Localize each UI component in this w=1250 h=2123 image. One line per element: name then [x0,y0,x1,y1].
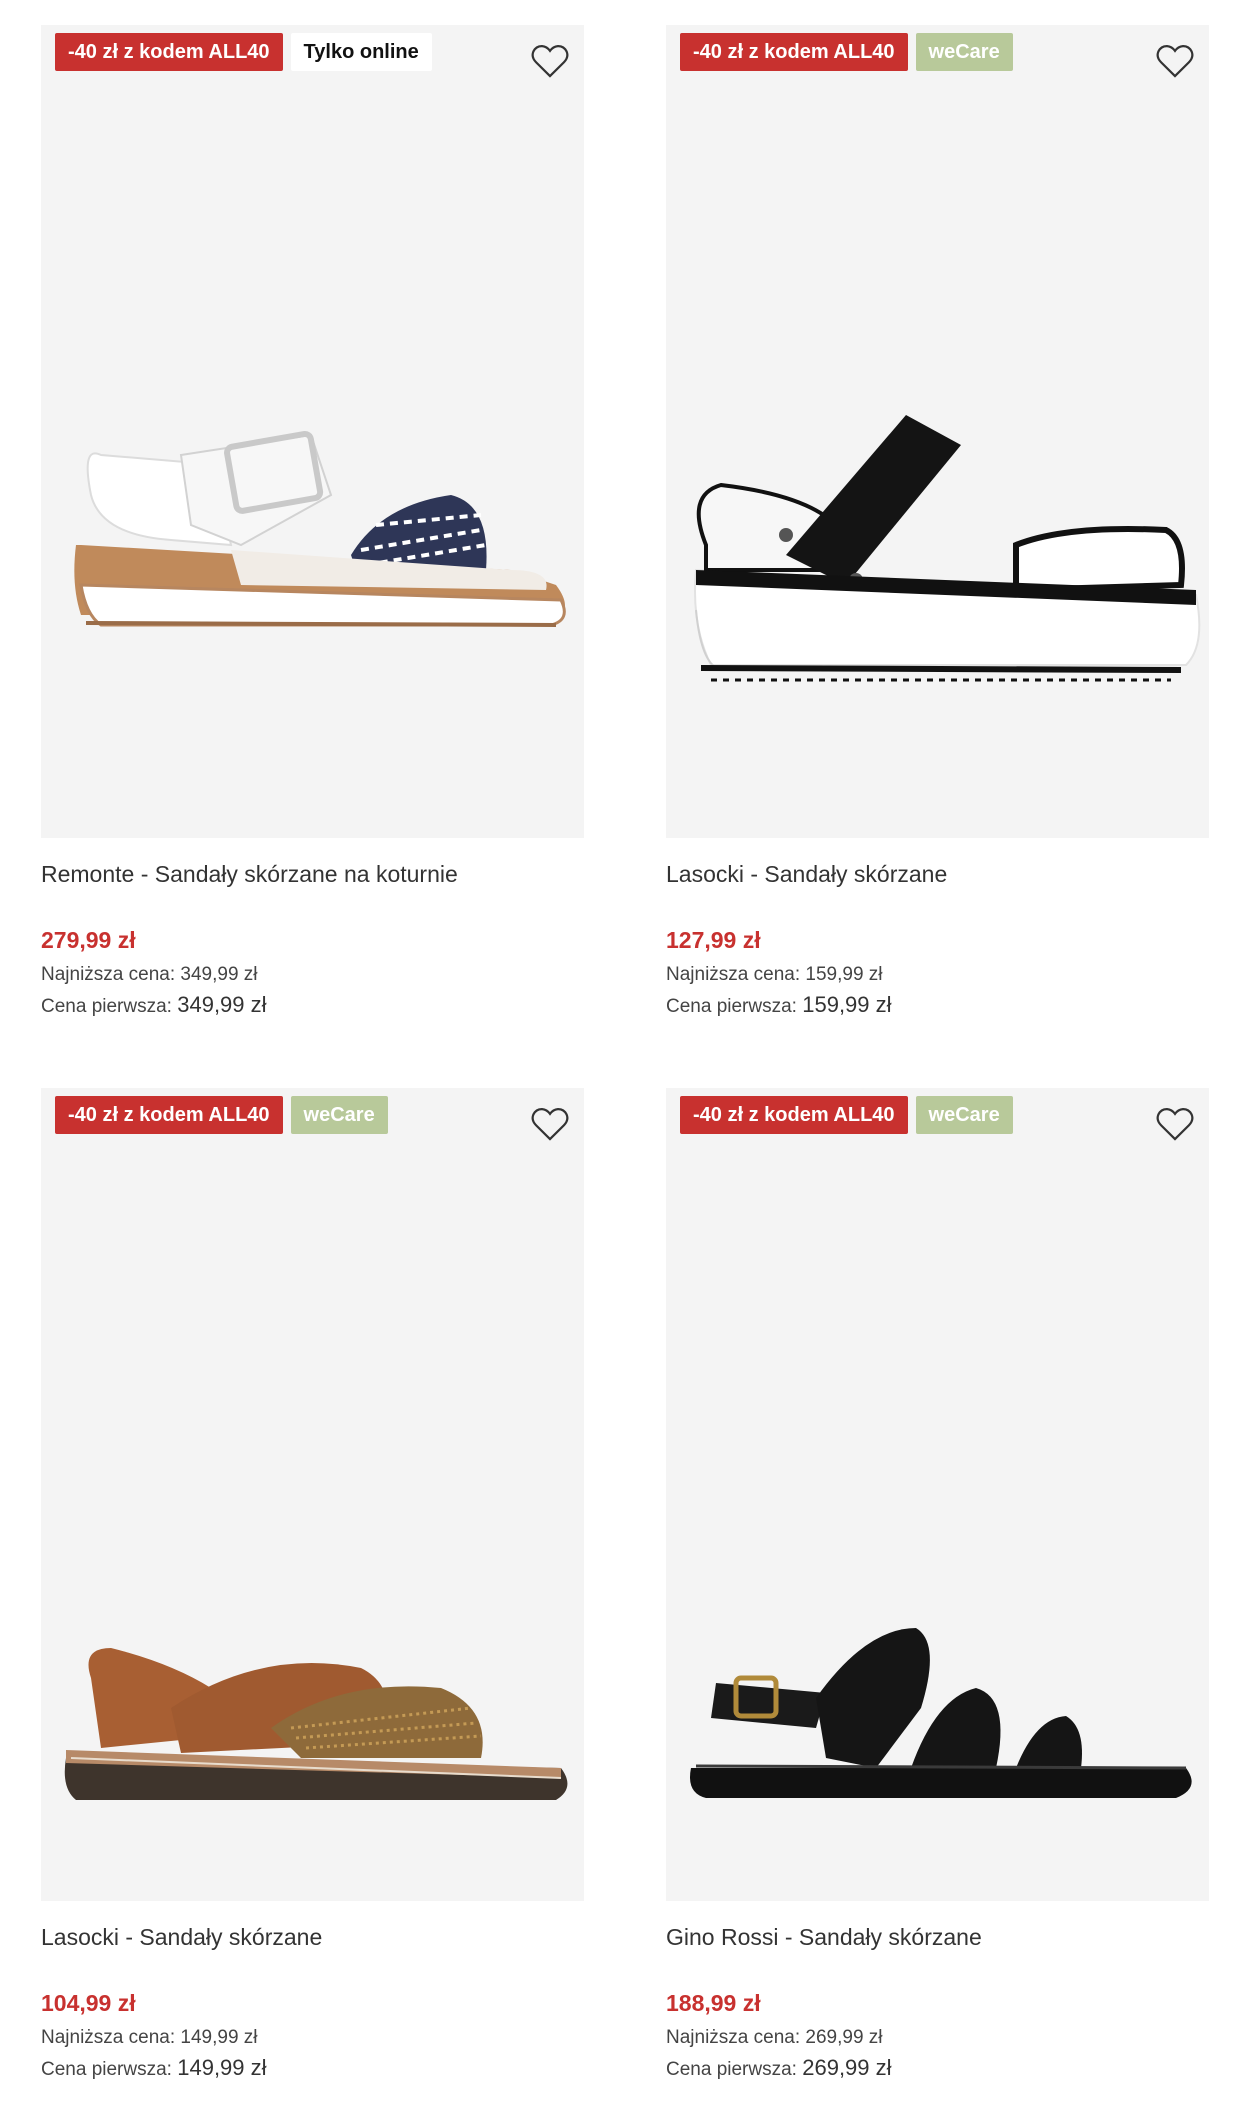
product-name[interactable]: Lasocki - Sandały skórzane [666,858,1209,890]
online-only-badge: Tylko online [290,33,432,71]
original-price-label: Cena pierwsza: [41,996,172,1017]
promo-badge: -40 zł z kodem ALL40 [55,1096,283,1134]
original-price-value: 149,99 zł [177,2055,267,2080]
product-image-area[interactable]: -40 zł z kodem ALL40 Tylko online [41,25,584,838]
lowest-price-value: 269,99 zł [805,2027,883,2048]
lowest-price-label: Najniższa cena: [666,964,801,985]
product-price: 279,99 zł [41,927,136,953]
wecare-badge: weCare [915,1096,1013,1134]
product-image-area[interactable]: -40 zł z kodem ALL40 weCare [41,1088,584,1901]
badge-group: -40 zł z kodem ALL40 weCare [680,1096,1013,1134]
product-image-area[interactable]: -40 zł z kodem ALL40 weCare [666,25,1209,838]
heart-outline-icon[interactable] [1156,43,1194,79]
lowest-price-value: 159,99 zł [805,964,883,985]
heart-outline-icon[interactable] [531,1106,569,1142]
original-price-row: Cena pierwsza: 269,99 zł [666,2053,1209,2085]
promo-badge: -40 zł z kodem ALL40 [55,33,283,71]
original-price-row: Cena pierwsza: 149,99 zł [41,2053,584,2085]
badge-group: -40 zł z kodem ALL40 weCare [680,33,1013,71]
original-price-row: Cena pierwsza: 159,99 zł [666,990,1209,1022]
original-price-label: Cena pierwsza: [666,2059,797,2080]
lowest-price-label: Najniższa cena: [41,2027,176,2048]
original-price-label: Cena pierwsza: [666,996,797,1017]
lowest-price-label: Najniższa cena: [41,964,176,985]
product-name[interactable]: Remonte - Sandały skórzane na koturnie [41,858,584,890]
lowest-price-row: Najniższa cena: 159,99 zł [666,960,1209,990]
product-image[interactable] [41,1088,584,1901]
product-card[interactable]: -40 zł z kodem ALL40 weCare Lasocki - Sa… [666,25,1209,1022]
original-price-value: 349,99 zł [177,992,267,1017]
badge-group: -40 zł z kodem ALL40 Tylko online [55,33,432,71]
lowest-price-value: 349,99 zł [180,964,258,985]
product-card[interactable]: -40 zł z kodem ALL40 weCare Gino Rossi -… [666,1088,1209,2085]
product-image-area[interactable]: -40 zł z kodem ALL40 weCare [666,1088,1209,1901]
wecare-badge: weCare [290,1096,388,1134]
wecare-badge: weCare [915,33,1013,71]
product-image[interactable] [41,25,584,838]
lowest-price-value: 149,99 zł [180,2027,258,2048]
original-price-value: 269,99 zł [802,2055,892,2080]
badge-group: -40 zł z kodem ALL40 weCare [55,1096,388,1134]
product-price: 127,99 zł [666,927,761,953]
lowest-price-row: Najniższa cena: 269,99 zł [666,2023,1209,2053]
heart-outline-icon[interactable] [1156,1106,1194,1142]
heart-outline-icon[interactable] [531,43,569,79]
promo-badge: -40 zł z kodem ALL40 [680,33,908,71]
promo-badge: -40 zł z kodem ALL40 [680,1096,908,1134]
original-price-row: Cena pierwsza: 349,99 zł [41,990,584,1022]
lowest-price-label: Najniższa cena: [666,2027,801,2048]
product-name[interactable]: Lasocki - Sandały skórzane [41,1921,584,1953]
product-price: 188,99 zł [666,1990,761,2016]
original-price-value: 159,99 zł [802,992,892,1017]
product-image[interactable] [666,1088,1209,1901]
lowest-price-row: Najniższa cena: 149,99 zł [41,2023,584,2053]
product-card[interactable]: -40 zł z kodem ALL40 Tylko online Remont… [41,25,584,1022]
product-image[interactable] [666,25,1209,838]
lowest-price-row: Najniższa cena: 349,99 zł [41,960,584,990]
product-price: 104,99 zł [41,1990,136,2016]
product-card[interactable]: -40 zł z kodem ALL40 weCare Lasocki - Sa… [41,1088,584,2085]
product-name[interactable]: Gino Rossi - Sandały skórzane [666,1921,1209,1953]
original-price-label: Cena pierwsza: [41,2059,172,2080]
